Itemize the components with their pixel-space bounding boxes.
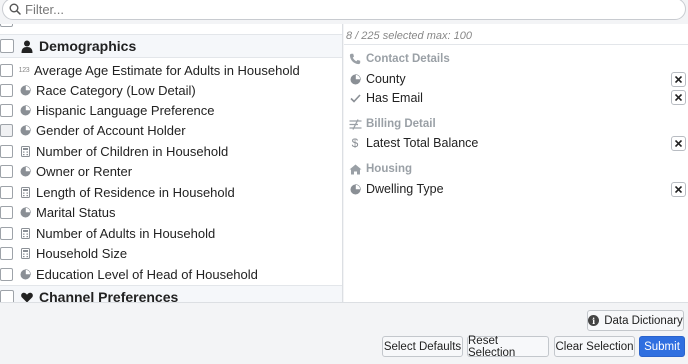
item-checkbox[interactable] <box>0 164 13 178</box>
item-label: Race Category (Low Detail) <box>36 82 196 98</box>
list-item[interactable] <box>0 24 342 30</box>
selected-item: $ Latest Total Balance <box>349 134 685 152</box>
selected-item: County <box>349 70 685 88</box>
selected-item-label: Has Email <box>366 91 423 105</box>
group-checkbox[interactable] <box>0 39 14 53</box>
calculator-icon <box>19 186 31 198</box>
item-label: Hispanic Language Preference <box>36 102 215 118</box>
list-item[interactable]: Race Category (Low Detail) <box>0 80 342 100</box>
group-label: Demographics <box>39 38 137 54</box>
selected-item: Has Email <box>349 89 685 107</box>
search-icon <box>9 3 21 15</box>
item-label: Education Level of Head of Household <box>36 266 258 282</box>
remove-button[interactable] <box>671 72 686 87</box>
item-checkbox[interactable] <box>0 24 13 27</box>
list-item[interactable]: 123 Average Age Estimate for Adults in H… <box>0 60 342 80</box>
selected-item-label: County <box>366 72 406 86</box>
item-checkbox[interactable] <box>0 103 13 117</box>
section-label: Billing Detail <box>366 118 436 130</box>
item-checkbox[interactable] <box>0 185 13 199</box>
close-icon <box>675 140 682 147</box>
divider <box>344 44 688 45</box>
item-label: Owner or Renter <box>36 163 133 179</box>
list-item[interactable]: Number of Children in Household <box>0 141 342 161</box>
item-checkbox[interactable] <box>0 205 13 219</box>
filter-input[interactable] <box>25 1 665 17</box>
attribute-list: Demographics 123 Average Age Estimate fo… <box>0 24 343 302</box>
pie-chart-icon <box>349 73 361 85</box>
list-item[interactable]: Education Level of Head of Household <box>0 264 342 284</box>
group-label: Channel Preferences <box>39 289 179 302</box>
list-item[interactable]: Hispanic Language Preference <box>0 100 342 120</box>
pie-chart-icon <box>19 104 31 116</box>
group-checkbox[interactable] <box>0 290 14 302</box>
section-label: Contact Details <box>366 53 450 65</box>
remove-button[interactable] <box>671 136 686 151</box>
item-checkbox[interactable] <box>0 226 13 240</box>
item-label: Length of Residence in Household <box>36 184 235 200</box>
section-title-billing-detail: Billing Detail <box>349 118 436 130</box>
item-label: Household Size <box>36 245 128 261</box>
money-icon <box>349 118 362 130</box>
pie-chart-icon <box>349 183 361 195</box>
selected-item: Dwelling Type <box>349 180 685 198</box>
item-checkbox[interactable] <box>0 267 13 281</box>
list-item[interactable]: Gender of Account Holder <box>0 120 342 140</box>
calculator-icon <box>19 227 31 239</box>
dollar-icon: $ <box>351 136 359 150</box>
submit-button[interactable]: Submit <box>639 336 685 357</box>
pie-chart-icon <box>19 206 31 218</box>
check-icon <box>349 92 361 104</box>
item-checkbox[interactable] <box>0 246 13 260</box>
selected-count: 8 / 225 selected max: 100 <box>346 30 472 42</box>
clear-selection-button[interactable]: Clear Selection <box>554 336 635 357</box>
phone-icon <box>349 53 362 65</box>
item-checkbox[interactable] <box>0 144 13 158</box>
list-item[interactable]: Household Size <box>0 243 342 263</box>
item-label: Number of Adults in Household <box>36 225 216 241</box>
item-label: Marital Status <box>36 204 116 220</box>
footer: i Data Dictionary Select Defaults Reset … <box>0 302 688 364</box>
group-row-demographics[interactable]: Demographics <box>0 34 342 58</box>
select-defaults-button[interactable]: Select Defaults <box>382 336 463 357</box>
pie-chart-icon <box>19 124 31 136</box>
remove-button[interactable] <box>671 182 686 197</box>
item-checkbox[interactable] <box>0 83 13 97</box>
selected-panel: 8 / 225 selected max: 100 Contact Detail… <box>344 24 688 302</box>
item-label: Average Age Estimate for Adults in House… <box>34 62 300 78</box>
item-label: Number of Children in Household <box>36 143 229 159</box>
heart-icon <box>21 292 33 302</box>
filter-bar <box>0 0 688 24</box>
calculator-icon <box>19 145 31 157</box>
close-icon <box>675 76 682 83</box>
reset-selection-button[interactable]: Reset Selection <box>467 335 549 359</box>
item-checkbox[interactable] <box>0 123 13 137</box>
remove-button[interactable] <box>671 90 686 105</box>
home-icon <box>349 163 362 175</box>
item-checkbox[interactable] <box>0 63 13 77</box>
pie-chart-icon <box>19 165 31 177</box>
selected-item-label: Latest Total Balance <box>366 136 479 150</box>
info-icon: i <box>588 315 600 326</box>
calculator-icon <box>19 247 31 259</box>
selected-item-label: Dwelling Type <box>366 182 444 196</box>
pie-chart-icon <box>19 268 31 280</box>
item-label: Gender of Account Holder <box>36 122 186 138</box>
close-icon <box>675 186 682 193</box>
list-item[interactable]: Marital Status <box>0 202 342 222</box>
group-row-channel-preferences[interactable]: Channel Preferences <box>0 285 342 302</box>
section-title-contact-details: Contact Details <box>349 53 450 65</box>
section-label: Housing <box>366 163 412 175</box>
user-icon <box>21 40 33 53</box>
list-item[interactable]: Length of Residence in Household <box>0 182 342 202</box>
list-item[interactable]: Owner or Renter <box>0 161 342 181</box>
filter-field[interactable] <box>2 0 686 20</box>
list-item[interactable]: Number of Adults in Household <box>0 223 342 243</box>
numeric-icon: 123 <box>18 66 30 74</box>
data-dictionary-button[interactable]: i Data Dictionary <box>587 310 684 331</box>
section-title-housing: Housing <box>349 163 412 175</box>
data-dictionary-label: Data Dictionary <box>604 314 683 327</box>
close-icon <box>675 94 682 101</box>
pie-chart-icon <box>19 84 31 96</box>
